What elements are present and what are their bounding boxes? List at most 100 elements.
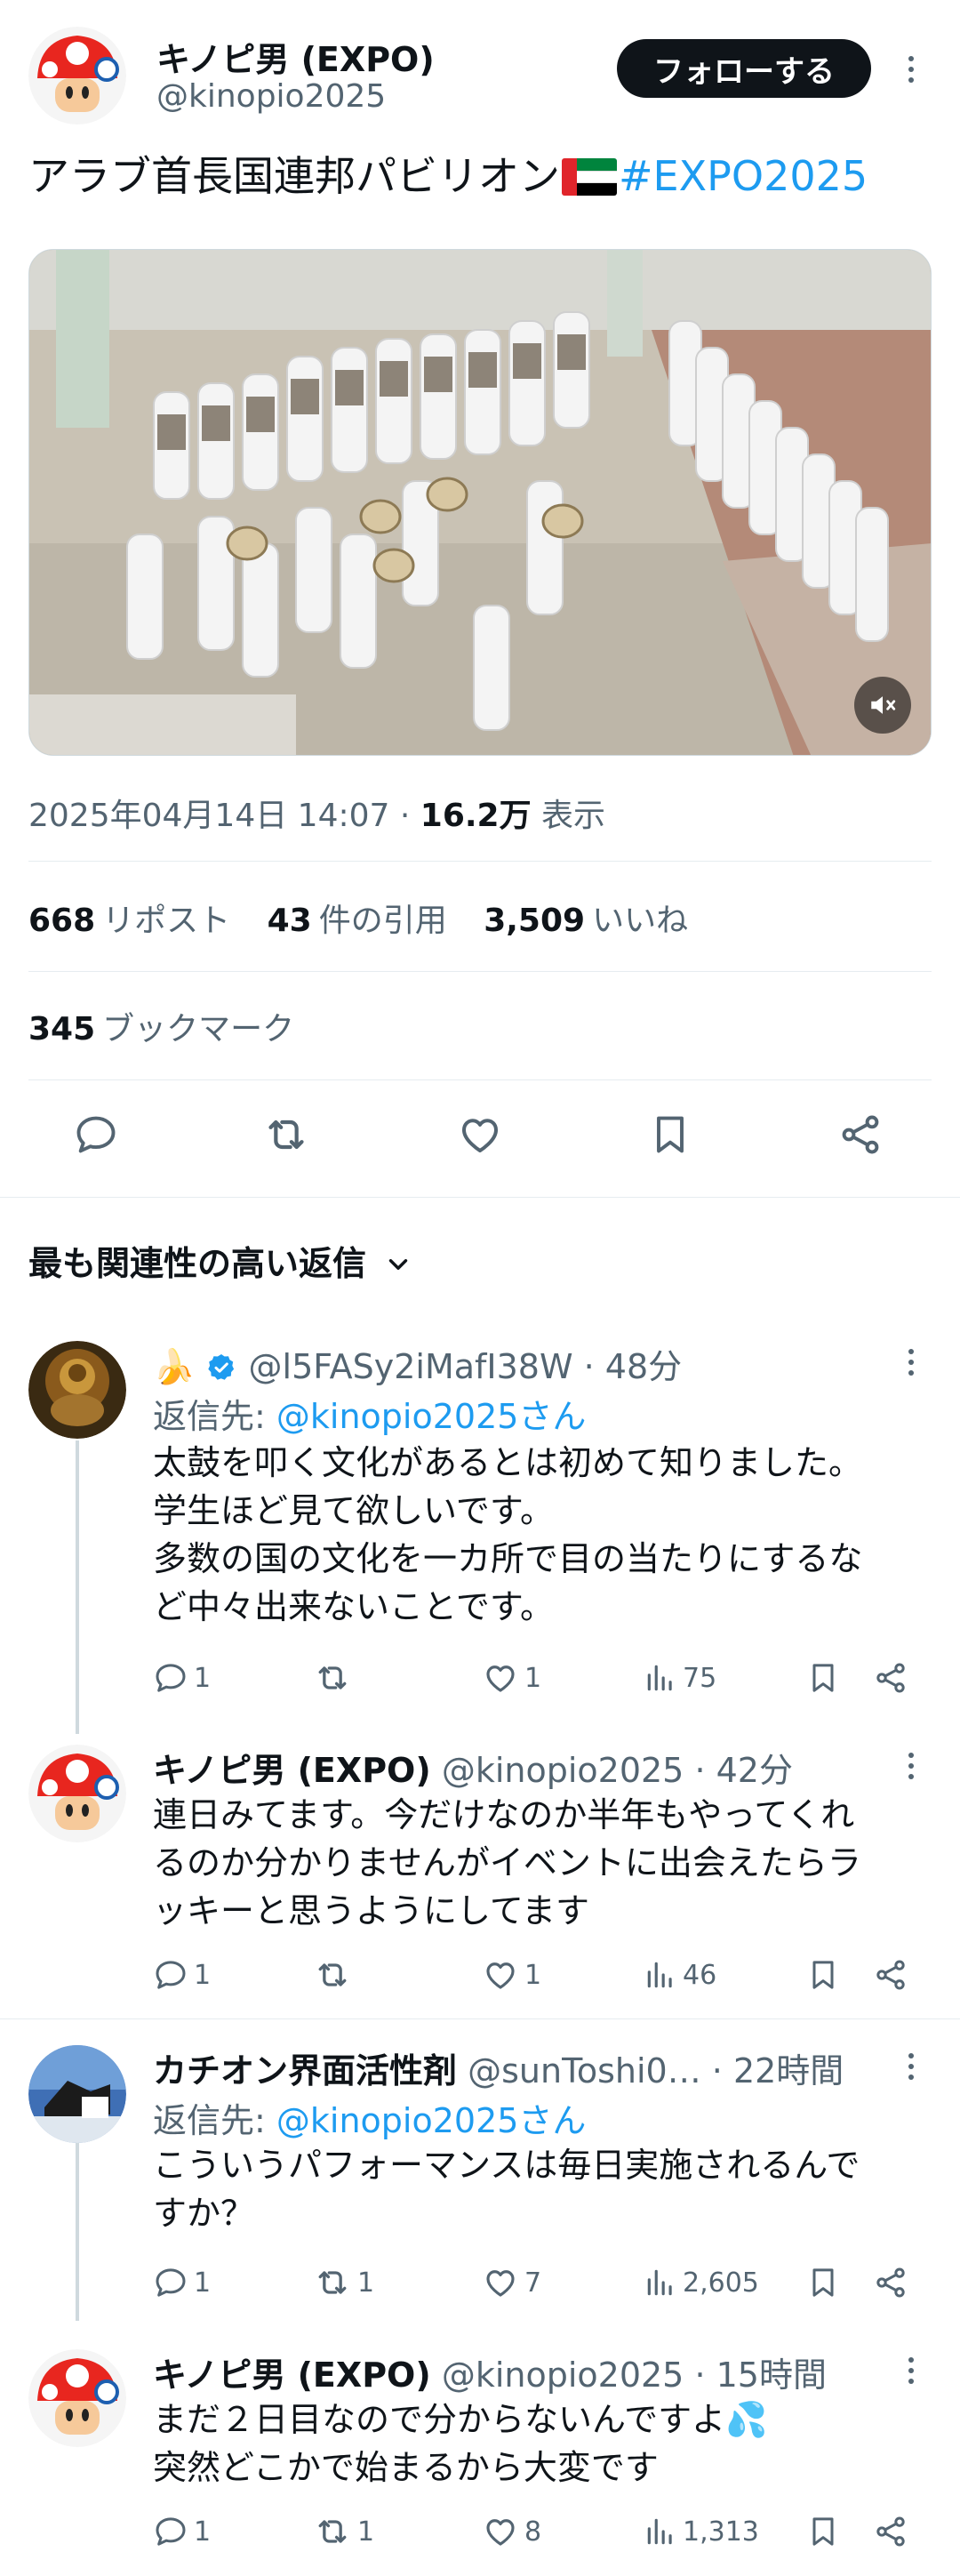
reply-avatar[interactable] bbox=[28, 1745, 126, 1842]
repost-icon bbox=[318, 2271, 347, 2294]
reply-header: 🍌 @l5FASy2iMafI38W · 48分 bbox=[153, 1339, 682, 1388]
bookmark-icon bbox=[812, 2268, 834, 2297]
reply-repost-button[interactable]: 1 bbox=[313, 2509, 374, 2554]
reply-text: 連日みてます。今だけなのか半年もやってくれ るのか分かりませんがイベントに出会え… bbox=[153, 1795, 861, 1930]
views-count: 16.2万 bbox=[420, 798, 532, 834]
reply-text: こういうパフォーマンスは毎日実施されるんで すか？ bbox=[153, 2146, 860, 2233]
speaker-muted-icon bbox=[871, 696, 896, 714]
reply-icon bbox=[156, 2268, 186, 2297]
like-icon[interactable] bbox=[452, 1106, 508, 1163]
reply-time[interactable]: · 48分 bbox=[584, 1347, 683, 1386]
reply-share-button[interactable] bbox=[873, 1656, 908, 1700]
reply-reply-button[interactable]: 1 bbox=[153, 1953, 211, 1997]
divider bbox=[28, 861, 932, 862]
reply-bookmark-button[interactable] bbox=[805, 1953, 841, 1997]
reply-repost-button[interactable]: 1 bbox=[313, 2260, 374, 2305]
reply-avatar[interactable] bbox=[28, 2045, 126, 2143]
reply-share-button[interactable] bbox=[873, 2509, 908, 2554]
reply-time[interactable]: · 42分 bbox=[694, 1751, 793, 1790]
share-icon bbox=[876, 1960, 905, 1990]
reply-display-name[interactable]: キノピ男 (EXPO) bbox=[153, 2355, 431, 2395]
reply-like-button[interactable]: 1 bbox=[482, 1656, 541, 1700]
share-icon[interactable] bbox=[832, 1106, 889, 1163]
reply-to-link[interactable]: @kinopio2025さん bbox=[276, 2101, 587, 2140]
reply-header: キノピ男 (EXPO) @kinopio2025 · 15時間 bbox=[153, 2347, 827, 2396]
repost-icon bbox=[318, 1666, 347, 1689]
reply-reply-button[interactable]: 1 bbox=[153, 2509, 211, 2554]
reply-handle[interactable]: @kinopio2025 bbox=[442, 2355, 684, 2395]
reply-sort-label: 最も関連性の高い返信 bbox=[28, 1244, 367, 1283]
reply-action-bar: 1 1 46 bbox=[153, 1953, 953, 1997]
reply-views-button[interactable]: 2,605 bbox=[644, 2260, 759, 2305]
author-display-name[interactable]: キノピ男 (EXPO) bbox=[156, 32, 435, 81]
reply-avatar[interactable] bbox=[28, 2349, 126, 2447]
bookmark-icon bbox=[812, 1664, 834, 1692]
engagement-stats: 668 リポスト 43 件の引用 3,509 いいね bbox=[28, 895, 688, 941]
reply-handle[interactable]: @kinopio2025 bbox=[442, 1751, 684, 1790]
more-options-icon[interactable] bbox=[893, 52, 929, 87]
verified-badge-icon bbox=[208, 1354, 235, 1380]
reply-views-button[interactable]: 1,313 bbox=[644, 2509, 759, 2554]
reply-repost-button[interactable] bbox=[313, 1953, 357, 1997]
reply-like-button[interactable]: 7 bbox=[482, 2260, 541, 2305]
reply-display-name[interactable]: カチオン界面活性剤 bbox=[153, 2051, 457, 2090]
more-options-icon[interactable] bbox=[893, 2353, 929, 2388]
views-icon bbox=[647, 1962, 672, 1988]
reply-bookmark-button[interactable] bbox=[805, 1656, 841, 1700]
reply-reply-button[interactable]: 1 bbox=[153, 1656, 211, 1700]
reply-handle[interactable]: @sunToshi0… bbox=[468, 2051, 701, 2090]
reply-display-name[interactable]: キノピ男 (EXPO) bbox=[153, 1751, 431, 1790]
more-options-icon[interactable] bbox=[893, 2049, 929, 2084]
more-options-icon[interactable] bbox=[893, 1748, 929, 1784]
bookmark-icon[interactable] bbox=[642, 1106, 699, 1163]
reply-bookmark-button[interactable] bbox=[805, 2509, 841, 2554]
tweet-video[interactable] bbox=[28, 249, 932, 756]
reply-action-bar: 1 1 7 2,605 bbox=[153, 2260, 953, 2305]
quotes-stat[interactable]: 43 件の引用 bbox=[268, 903, 447, 939]
reply-views-button[interactable]: 75 bbox=[644, 1656, 716, 1700]
thread-line bbox=[76, 2143, 79, 2321]
reply-to-line: 返信先: @kinopio2025さん bbox=[153, 1397, 587, 1436]
views-icon bbox=[647, 2269, 672, 2296]
reply-share-button[interactable] bbox=[873, 1953, 908, 1997]
divider bbox=[0, 2018, 960, 2019]
author-handle[interactable]: @kinopio2025 bbox=[156, 78, 386, 115]
mute-toggle-button[interactable] bbox=[854, 677, 911, 734]
more-options-icon[interactable] bbox=[893, 1344, 929, 1380]
bookmark-icon bbox=[812, 2517, 834, 2546]
reply-icon bbox=[156, 2517, 186, 2546]
reply-like-button[interactable]: 1 bbox=[482, 1953, 541, 1997]
reposts-stat[interactable]: 668 リポスト bbox=[28, 903, 230, 939]
bookmarks-stat[interactable]: 345 ブックマーク bbox=[28, 1003, 294, 1049]
reply-handle[interactable]: @l5FASy2iMafI38W bbox=[249, 1347, 573, 1386]
reply-bookmark-button[interactable] bbox=[805, 2260, 841, 2305]
reply-reply-button[interactable]: 1 bbox=[153, 2260, 211, 2305]
repost-icon[interactable] bbox=[258, 1106, 315, 1163]
reply-header: カチオン界面活性剤 @sunToshi0… · 22時間 bbox=[153, 2043, 844, 2092]
tweet-action-bar bbox=[0, 1106, 960, 1195]
reply-to-link[interactable]: @kinopio2025さん bbox=[276, 1397, 587, 1436]
reply-icon[interactable] bbox=[68, 1106, 124, 1163]
reply-share-button[interactable] bbox=[873, 2260, 908, 2305]
reply-time[interactable]: · 15時間 bbox=[694, 2355, 827, 2395]
reply-sort-dropdown[interactable]: 最も関連性の高い返信 bbox=[28, 1236, 413, 1285]
reply-display-name[interactable]: 🍌 bbox=[153, 1347, 195, 1386]
tweet-timestamp[interactable]: 2025年04月14日 14:07 · bbox=[28, 798, 420, 834]
like-icon bbox=[486, 1665, 515, 1692]
like-icon bbox=[486, 2519, 515, 2546]
thread-line bbox=[76, 1440, 79, 1734]
reply-repost-button[interactable] bbox=[313, 1656, 357, 1700]
likes-stat[interactable]: 3,509 いいね bbox=[484, 903, 688, 939]
reply-avatar[interactable] bbox=[28, 1341, 126, 1439]
uae-flag-emoji bbox=[562, 158, 617, 196]
tweet-meta: 2025年04月14日 14:07 · 16.2万 表示 bbox=[28, 790, 605, 836]
reply-like-button[interactable]: 8 bbox=[482, 2509, 541, 2554]
share-icon bbox=[876, 2267, 905, 2298]
reply-time[interactable]: · 22時間 bbox=[712, 2051, 844, 2090]
author-avatar[interactable] bbox=[28, 27, 126, 124]
hashtag-link[interactable]: #EXPO2025 bbox=[619, 152, 868, 200]
views-icon bbox=[647, 1665, 672, 1691]
follow-button[interactable]: フォローする bbox=[617, 39, 871, 98]
reply-views-button[interactable]: 46 bbox=[644, 1953, 716, 1997]
reply-header: キノピ男 (EXPO) @kinopio2025 · 42分 bbox=[153, 1743, 793, 1792]
